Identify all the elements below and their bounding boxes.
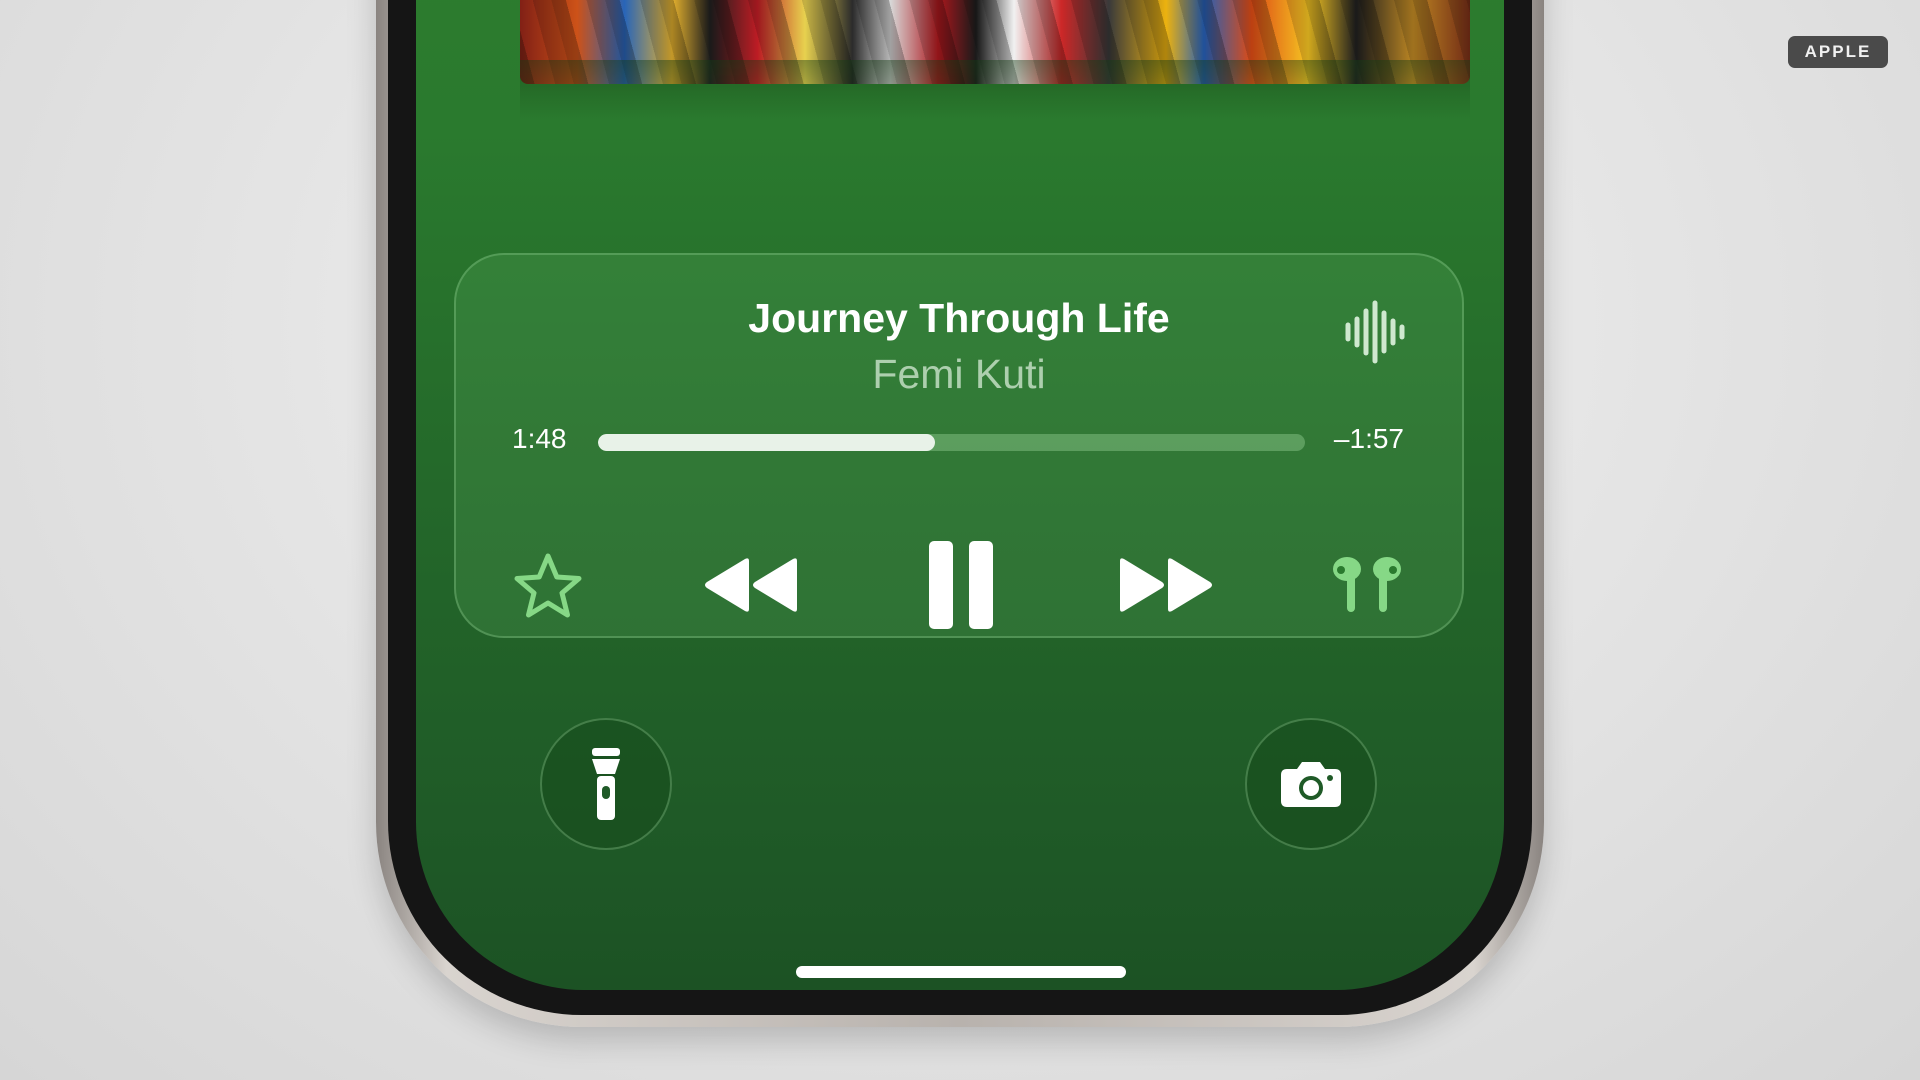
elapsed-time: 1:48 [512,423,567,454]
star-icon [514,553,582,618]
remaining-time: –1:57 [1333,423,1404,454]
lock-screen: Journey Through Life Femi Kuti 1:48 –1:5… [416,0,1504,990]
pause-button[interactable] [916,535,1006,635]
pause-icon [929,541,993,629]
waveform-icon[interactable] [1342,299,1408,365]
airpods-icon [1333,557,1401,612]
rewind-icon [705,558,797,612]
rewind-button[interactable] [696,545,806,625]
song-title: Journey Through Life [748,295,1170,341]
camera-icon [1281,762,1341,807]
album-artwork-shadow [520,60,1470,120]
fast-forward-button[interactable] [1111,545,1221,625]
iphone-frame: Journey Through Life Femi Kuti 1:48 –1:5… [376,0,1544,1027]
favorite-button[interactable] [508,547,588,627]
playback-scrubber[interactable] [598,434,1305,451]
playback-progress-fill [598,434,936,451]
flashlight-button[interactable] [540,718,672,850]
now-playing-widget[interactable]: Journey Through Life Femi Kuti 1:48 –1:5… [454,253,1464,638]
audio-output-button[interactable] [1322,545,1412,625]
song-artist: Femi Kuti [872,351,1046,397]
home-indicator[interactable] [796,966,1126,978]
camera-button[interactable] [1245,718,1377,850]
flashlight-icon [592,748,620,820]
apple-badge: APPLE [1788,36,1888,68]
fast-forward-icon [1120,558,1212,612]
